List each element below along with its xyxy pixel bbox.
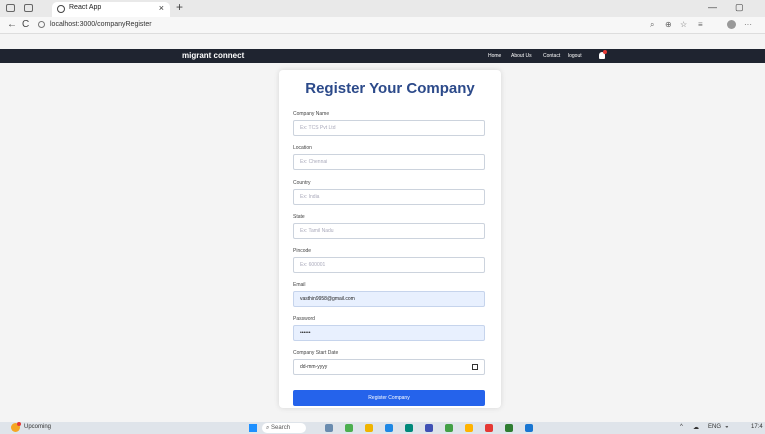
url-field[interactable]: localhost:3000/companyRegister: [50, 19, 610, 31]
start-date-placeholder: dd-mm-yyyy: [300, 364, 328, 370]
register-company-form: Register Your Company Company Name Ex: T…: [279, 70, 501, 408]
wifi-icon[interactable]: ◒: [725, 424, 729, 430]
tray-cloud-icon[interactable]: ☁: [693, 424, 699, 431]
reload-icon[interactable]: C: [22, 18, 29, 31]
globe-icon: [57, 5, 65, 13]
brand-logo[interactable]: migrant connect: [182, 51, 244, 60]
app-icon-1[interactable]: [345, 424, 353, 432]
location-input[interactable]: Ex: Chennai: [293, 154, 485, 170]
restore-icon[interactable]: ▢: [735, 2, 744, 13]
address-bar: ← C localhost:3000/companyRegister ⌕ ⊕ ☆…: [0, 17, 765, 34]
tab-title: React App: [69, 4, 102, 11]
zoom-icon[interactable]: ⊕: [665, 20, 672, 29]
app-icon-5[interactable]: [465, 424, 473, 432]
nav-contact[interactable]: Contact: [543, 53, 560, 59]
company-name-label: Company Name: [293, 111, 330, 117]
profile-avatar[interactable]: [727, 20, 736, 29]
file-explorer-icon[interactable]: [365, 424, 373, 432]
start-date-input[interactable]: dd-mm-yyyy: [293, 359, 485, 375]
minimize-icon[interactable]: —: [708, 2, 717, 12]
email-input[interactable]: vasthin9958@gmail.com: [293, 291, 485, 307]
more-icon[interactable]: ···: [744, 20, 752, 29]
search-label: Search: [271, 425, 291, 431]
app-icon-6[interactable]: [505, 424, 513, 432]
nav-logout[interactable]: logout: [568, 53, 582, 59]
password-label: Password: [293, 316, 315, 322]
password-input[interactable]: ••••••: [293, 325, 485, 341]
new-tab-button[interactable]: +: [176, 0, 183, 15]
pincode-label: Pincode: [293, 248, 312, 254]
company-name-input[interactable]: Ex: TCS Pvt Ltd: [293, 120, 485, 136]
edge-icon[interactable]: [385, 424, 393, 432]
favorite-star-icon[interactable]: ☆: [680, 20, 687, 29]
favorites-icon[interactable]: ≡: [698, 20, 703, 29]
start-icon[interactable]: [249, 424, 257, 432]
language-indicator[interactable]: ENG: [708, 424, 721, 430]
tab-actions-icon[interactable]: [24, 4, 33, 12]
calendar-icon[interactable]: [472, 364, 478, 370]
back-icon[interactable]: ←: [7, 18, 17, 31]
gmail-icon[interactable]: [485, 424, 493, 432]
browser-tab-strip: React App × + — ▢: [0, 0, 765, 17]
workspaces-icon[interactable]: [6, 4, 15, 12]
nav-home[interactable]: Home: [488, 53, 501, 59]
vscode-icon[interactable]: [525, 424, 533, 432]
weather-badge: [17, 422, 21, 426]
email-label: Email: [293, 282, 306, 288]
form-title: Register Your Company: [305, 80, 475, 97]
country-input[interactable]: Ex: India: [293, 189, 485, 205]
start-date-label: Company Start Date: [293, 350, 339, 356]
taskbar-search[interactable]: ⌕ Search: [262, 423, 306, 433]
app-icon-4[interactable]: [445, 424, 453, 432]
app-navbar: migrant connect Home About Us Contact lo…: [0, 49, 765, 63]
notification-badge: [603, 50, 607, 54]
browser-tab[interactable]: React App ×: [52, 2, 170, 17]
app-icon-3[interactable]: [425, 424, 433, 432]
app-icon-2[interactable]: [405, 424, 413, 432]
taskview-icon[interactable]: [325, 424, 333, 432]
site-info-icon[interactable]: [38, 21, 45, 28]
windows-taskbar: Upcoming ⌕ Search ^ ☁ ENG ◒ 17:4: [0, 422, 765, 434]
state-input[interactable]: Ex: Tamil Nadu: [293, 223, 485, 239]
pincode-input[interactable]: Ex: 600001: [293, 257, 485, 273]
nav-about-us[interactable]: About Us: [511, 53, 532, 59]
state-label: State: [293, 214, 305, 220]
close-tab-icon[interactable]: ×: [159, 3, 164, 14]
register-company-button[interactable]: Register Company: [293, 390, 485, 406]
weather-label[interactable]: Upcoming: [24, 424, 51, 430]
find-icon[interactable]: ⌕: [650, 20, 654, 30]
location-label: Location: [293, 145, 312, 151]
country-label: Country: [293, 180, 311, 186]
clock[interactable]: 17:4: [751, 424, 763, 430]
tray-chevron-icon[interactable]: ^: [680, 424, 683, 430]
